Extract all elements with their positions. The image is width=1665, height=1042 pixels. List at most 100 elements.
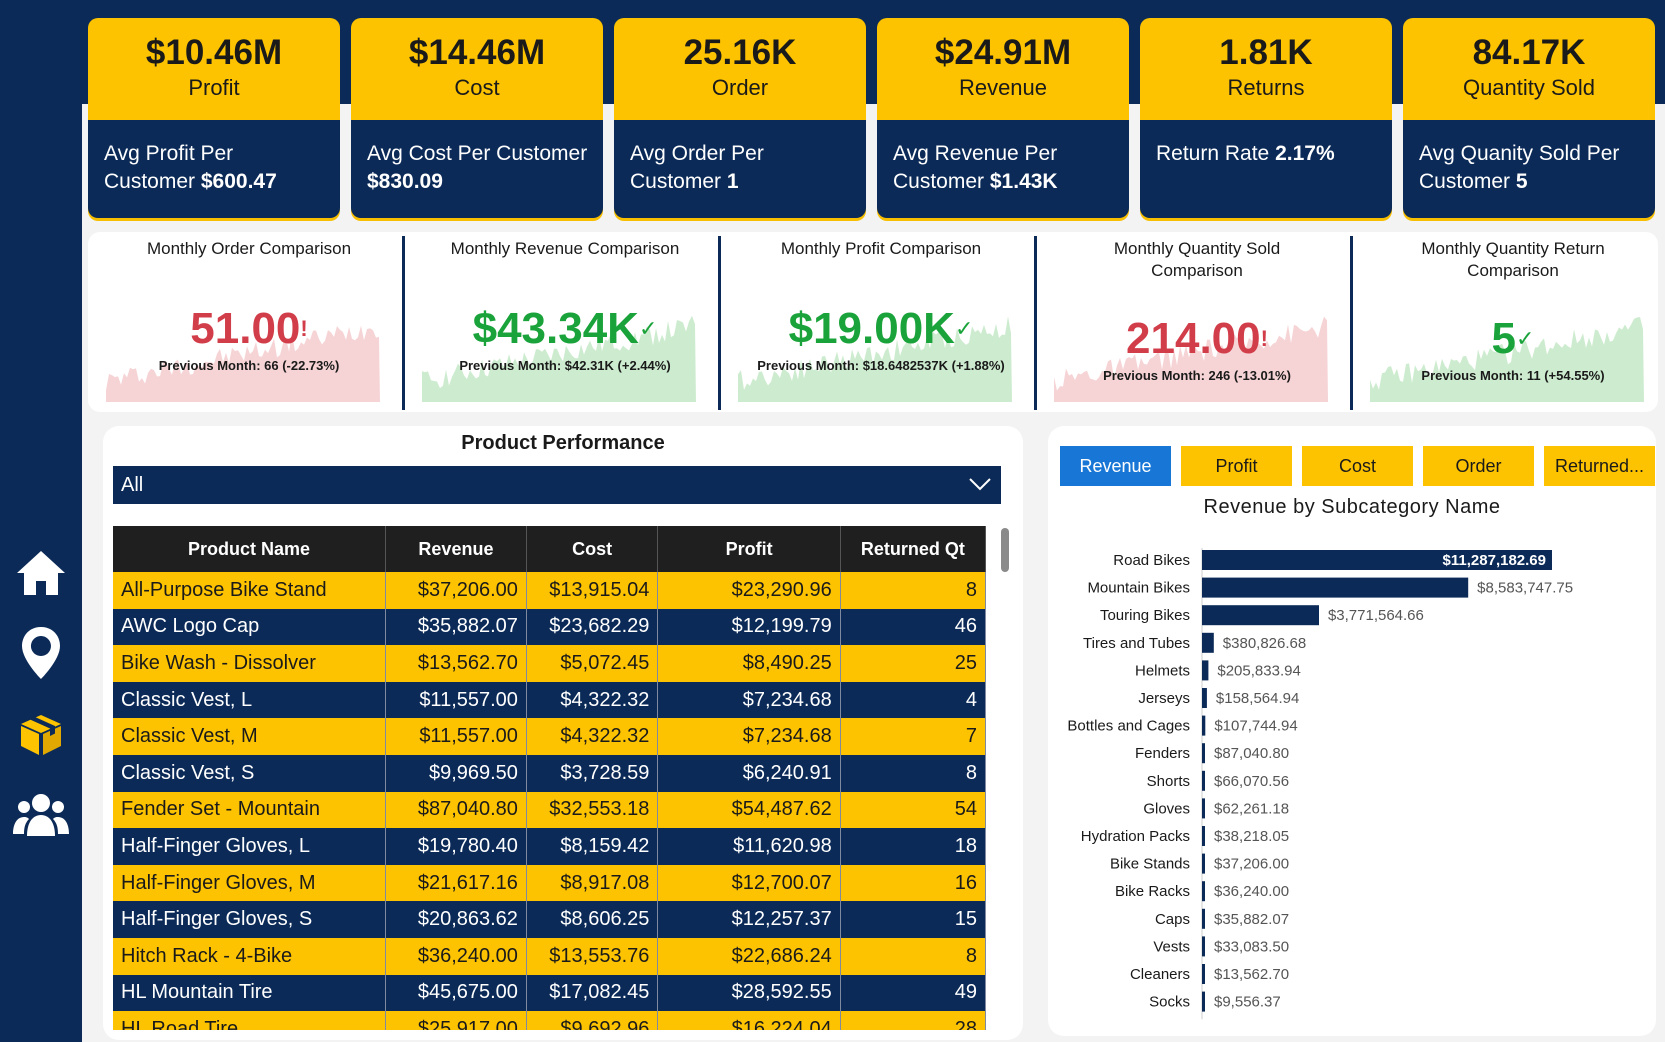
table-scrollbar[interactable] bbox=[1001, 528, 1009, 572]
table-row[interactable]: Bike Wash - Dissolver $13,562.70 $5,072.45… bbox=[113, 645, 987, 682]
bar[interactable] bbox=[1202, 577, 1469, 598]
bar[interactable] bbox=[1202, 991, 1205, 1012]
bar[interactable] bbox=[1202, 660, 1209, 681]
table-row[interactable]: Half-Finger Gloves, S $20,863.62 $8,606.25… bbox=[113, 901, 987, 938]
monthly-card: Monthly Quantity Return Comparison 5✓ Prev… bbox=[1356, 232, 1665, 412]
table-row[interactable]: Half-Finger Gloves, M $21,617.16 $8,917.08… bbox=[113, 864, 987, 902]
product-name-cell: Bike Wash - Dissolver bbox=[113, 645, 386, 682]
product-name-cell: Half-Finger Gloves, S bbox=[113, 901, 386, 938]
tab-profit[interactable]: Profit bbox=[1181, 446, 1292, 486]
table-row[interactable]: Classic Vest, S $9,969.50 $3,728.59 $6,240.… bbox=[113, 754, 987, 792]
monthly-card-title: Monthly Quantity Return Comparison bbox=[1421, 239, 1605, 280]
table-cell: $6,240.91 bbox=[657, 754, 841, 792]
bar[interactable] bbox=[1202, 798, 1205, 819]
bar[interactable] bbox=[1202, 964, 1205, 984]
table-row[interactable]: Classic Vest, M $11,557.00 $4,322.32 $7,234… bbox=[113, 718, 987, 755]
kpi-subtext: Avg Order Per Customer 1 bbox=[614, 120, 866, 196]
table-cell: $22,686.24 bbox=[657, 937, 841, 975]
data-label: $3,771,564.66 bbox=[1328, 607, 1424, 624]
kpi-label: Quantity Sold bbox=[1462, 75, 1596, 100]
table-cell: $28,592.55 bbox=[657, 974, 841, 1012]
customers-icon[interactable] bbox=[10, 784, 72, 846]
column-header[interactable]: Revenue bbox=[385, 526, 527, 572]
column-header[interactable]: Returned Qt bbox=[840, 526, 987, 572]
monthly-card-divider bbox=[402, 236, 405, 410]
tab-order[interactable]: Order bbox=[1423, 446, 1534, 486]
table-cell: $21,617.16 bbox=[385, 864, 527, 902]
kpi-sub-label: Avg Order Per Customer bbox=[630, 142, 764, 193]
check-icon: ✓ bbox=[638, 316, 658, 341]
bar[interactable] bbox=[1202, 881, 1205, 902]
bar[interactable] bbox=[1202, 743, 1205, 764]
monthly-card-previous: Previous Month: 246 (-13.01%) bbox=[1103, 368, 1291, 383]
category-label: Road Bikes bbox=[1113, 552, 1190, 569]
bar[interactable] bbox=[1202, 853, 1205, 874]
table-cell: $13,915.04 bbox=[526, 572, 659, 609]
table-row[interactable]: Half-Finger Gloves, L $19,780.40 $8,159.42… bbox=[113, 828, 987, 865]
tab-cost[interactable]: Cost bbox=[1302, 446, 1413, 486]
category-label: Cleaners bbox=[1130, 966, 1190, 983]
kpi-header: $24.91M Revenue bbox=[877, 18, 1129, 120]
monthly-card-title: Monthly Order Comparison bbox=[146, 239, 352, 258]
product-table-header: Product Name Revenue Cost Profit Returned Qt bbox=[113, 526, 987, 572]
data-label: $66,070.56 bbox=[1214, 773, 1289, 790]
table-cell: $4,322.32 bbox=[526, 681, 659, 719]
table-row[interactable]: Fender Set - Mountain $87,040.80 $32,553.1… bbox=[113, 791, 987, 829]
bar[interactable] bbox=[1202, 908, 1205, 929]
bar[interactable] bbox=[1202, 605, 1319, 626]
kpi-header: $14.46M Cost bbox=[351, 18, 603, 120]
chart-title: Revenue by Subcategory Name bbox=[1203, 496, 1501, 518]
bar[interactable] bbox=[1202, 715, 1206, 736]
tab-returned[interactable]: Returned... bbox=[1544, 446, 1655, 486]
bar[interactable] bbox=[1202, 688, 1207, 708]
table-row[interactable]: All-Purpose Bike Stand $37,206.00 $13,915.… bbox=[113, 572, 987, 609]
table-row[interactable]: HL Road Tire $25,917.00 $9,692.96 $16,224.0… bbox=[113, 1011, 987, 1030]
home-icon[interactable] bbox=[10, 542, 72, 604]
bar[interactable] bbox=[1202, 632, 1214, 653]
product-box-icon[interactable] bbox=[10, 704, 72, 766]
product-performance-clip: Product Performance All Product Name Reve… bbox=[103, 426, 1023, 1030]
column-header[interactable]: Profit bbox=[657, 526, 841, 572]
kpi-sub-value: $830.09 bbox=[367, 170, 443, 193]
bar[interactable] bbox=[1202, 770, 1205, 791]
monthly-card-value: 51.00! bbox=[92, 304, 406, 354]
category-label: Caps bbox=[1155, 911, 1190, 928]
product-name-cell: All-Purpose Bike Stand bbox=[113, 572, 386, 609]
column-header[interactable]: Cost bbox=[526, 526, 659, 572]
product-filter-dropdown[interactable]: All bbox=[113, 466, 1001, 504]
data-label: $8,583,747.75 bbox=[1477, 580, 1573, 597]
table-row[interactable]: Hitch Rack - 4-Bike $36,240.00 $13,553.76 $… bbox=[113, 937, 987, 975]
monthly-card: Monthly Revenue Comparison $43.34K✓ Previo… bbox=[408, 232, 722, 412]
data-label: $9,556.37 bbox=[1214, 994, 1281, 1011]
table-cell: $54,487.62 bbox=[657, 791, 841, 829]
table-cell: $8,159.42 bbox=[526, 828, 659, 865]
kpi-header: 25.16K Order bbox=[614, 18, 866, 120]
kpi-sub-value: 1 bbox=[726, 170, 739, 193]
table-cell: $87,040.80 bbox=[385, 791, 527, 829]
table-cell: $25,917.00 bbox=[385, 1011, 527, 1030]
table-row[interactable]: Classic Vest, L $11,557.00 $4,322.32 $7,234… bbox=[113, 681, 987, 719]
bar[interactable] bbox=[1202, 936, 1205, 957]
column-header[interactable]: Product Name bbox=[113, 526, 386, 572]
monthly-card-value: 214.00! bbox=[1040, 314, 1354, 364]
product-name-cell: Classic Vest, L bbox=[113, 681, 386, 719]
alert-icon: ! bbox=[300, 316, 308, 341]
table-row[interactable]: HL Mountain Tire $45,675.00 $17,082.45 $28,… bbox=[113, 974, 987, 1012]
data-label: $380,826.68 bbox=[1223, 635, 1306, 652]
tab-revenue[interactable]: Revenue bbox=[1060, 446, 1171, 486]
product-name-cell: AWC Logo Cap bbox=[113, 608, 386, 646]
bar[interactable] bbox=[1202, 826, 1205, 846]
monthly-card-previous: Previous Month: $18.6482537K (+1.88%) bbox=[757, 358, 1005, 373]
product-name-cell: Fender Set - Mountain bbox=[113, 791, 386, 829]
location-icon[interactable] bbox=[10, 622, 72, 684]
table-cell: 8 bbox=[840, 572, 987, 609]
kpi-label: Cost bbox=[454, 75, 500, 100]
kpi-card-order: 25.16K Order Avg Order Per Customer 1 bbox=[614, 18, 866, 218]
product-performance-title: Product Performance bbox=[461, 432, 665, 454]
kpi-sub-value: 5 bbox=[1515, 170, 1528, 193]
kpi-label: Profit bbox=[188, 75, 240, 100]
table-cell: $20,863.62 bbox=[385, 901, 527, 938]
product-performance-panel: Product Performance All Product Name Reve… bbox=[103, 426, 1023, 1040]
table-row[interactable]: AWC Logo Cap $35,882.07 $23,682.29 $12,199.… bbox=[113, 608, 987, 646]
subcategory-chart-panel: Revenue Profit Cost Order Returned... Revenu… bbox=[1048, 426, 1656, 1036]
